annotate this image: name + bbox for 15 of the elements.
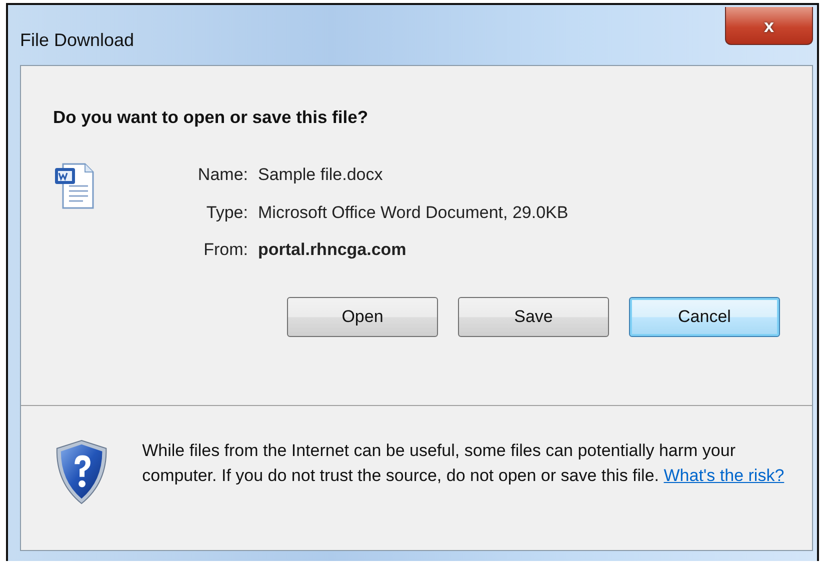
- warning-text: While files from the Internet can be useful, some files can potentially harm your computer. If you do not trust the source, do not open or save this file. What's the risk?: [142, 440, 786, 487]
- field-value: portal.rhncga.com: [258, 240, 406, 260]
- close-button[interactable]: x: [725, 7, 813, 45]
- dialog-button[interactable]: Save: [458, 296, 609, 337]
- dialog-button[interactable]: Cancel: [629, 296, 780, 337]
- window-title: File Download: [20, 29, 134, 52]
- field-label: Name:: [198, 165, 248, 184]
- dialog-heading: Do you want to open or save this file?: [53, 106, 370, 129]
- risk-link[interactable]: What's the risk?: [664, 466, 784, 485]
- field-label: From:: [204, 240, 248, 260]
- word-document-icon: [53, 162, 95, 210]
- field-value: Sample file.docx: [258, 165, 383, 184]
- field-value: Microsoft Office Word Document, 29.0KB: [258, 202, 568, 222]
- dialog-button[interactable]: Open: [287, 296, 438, 337]
- field-label: Type:: [206, 202, 248, 222]
